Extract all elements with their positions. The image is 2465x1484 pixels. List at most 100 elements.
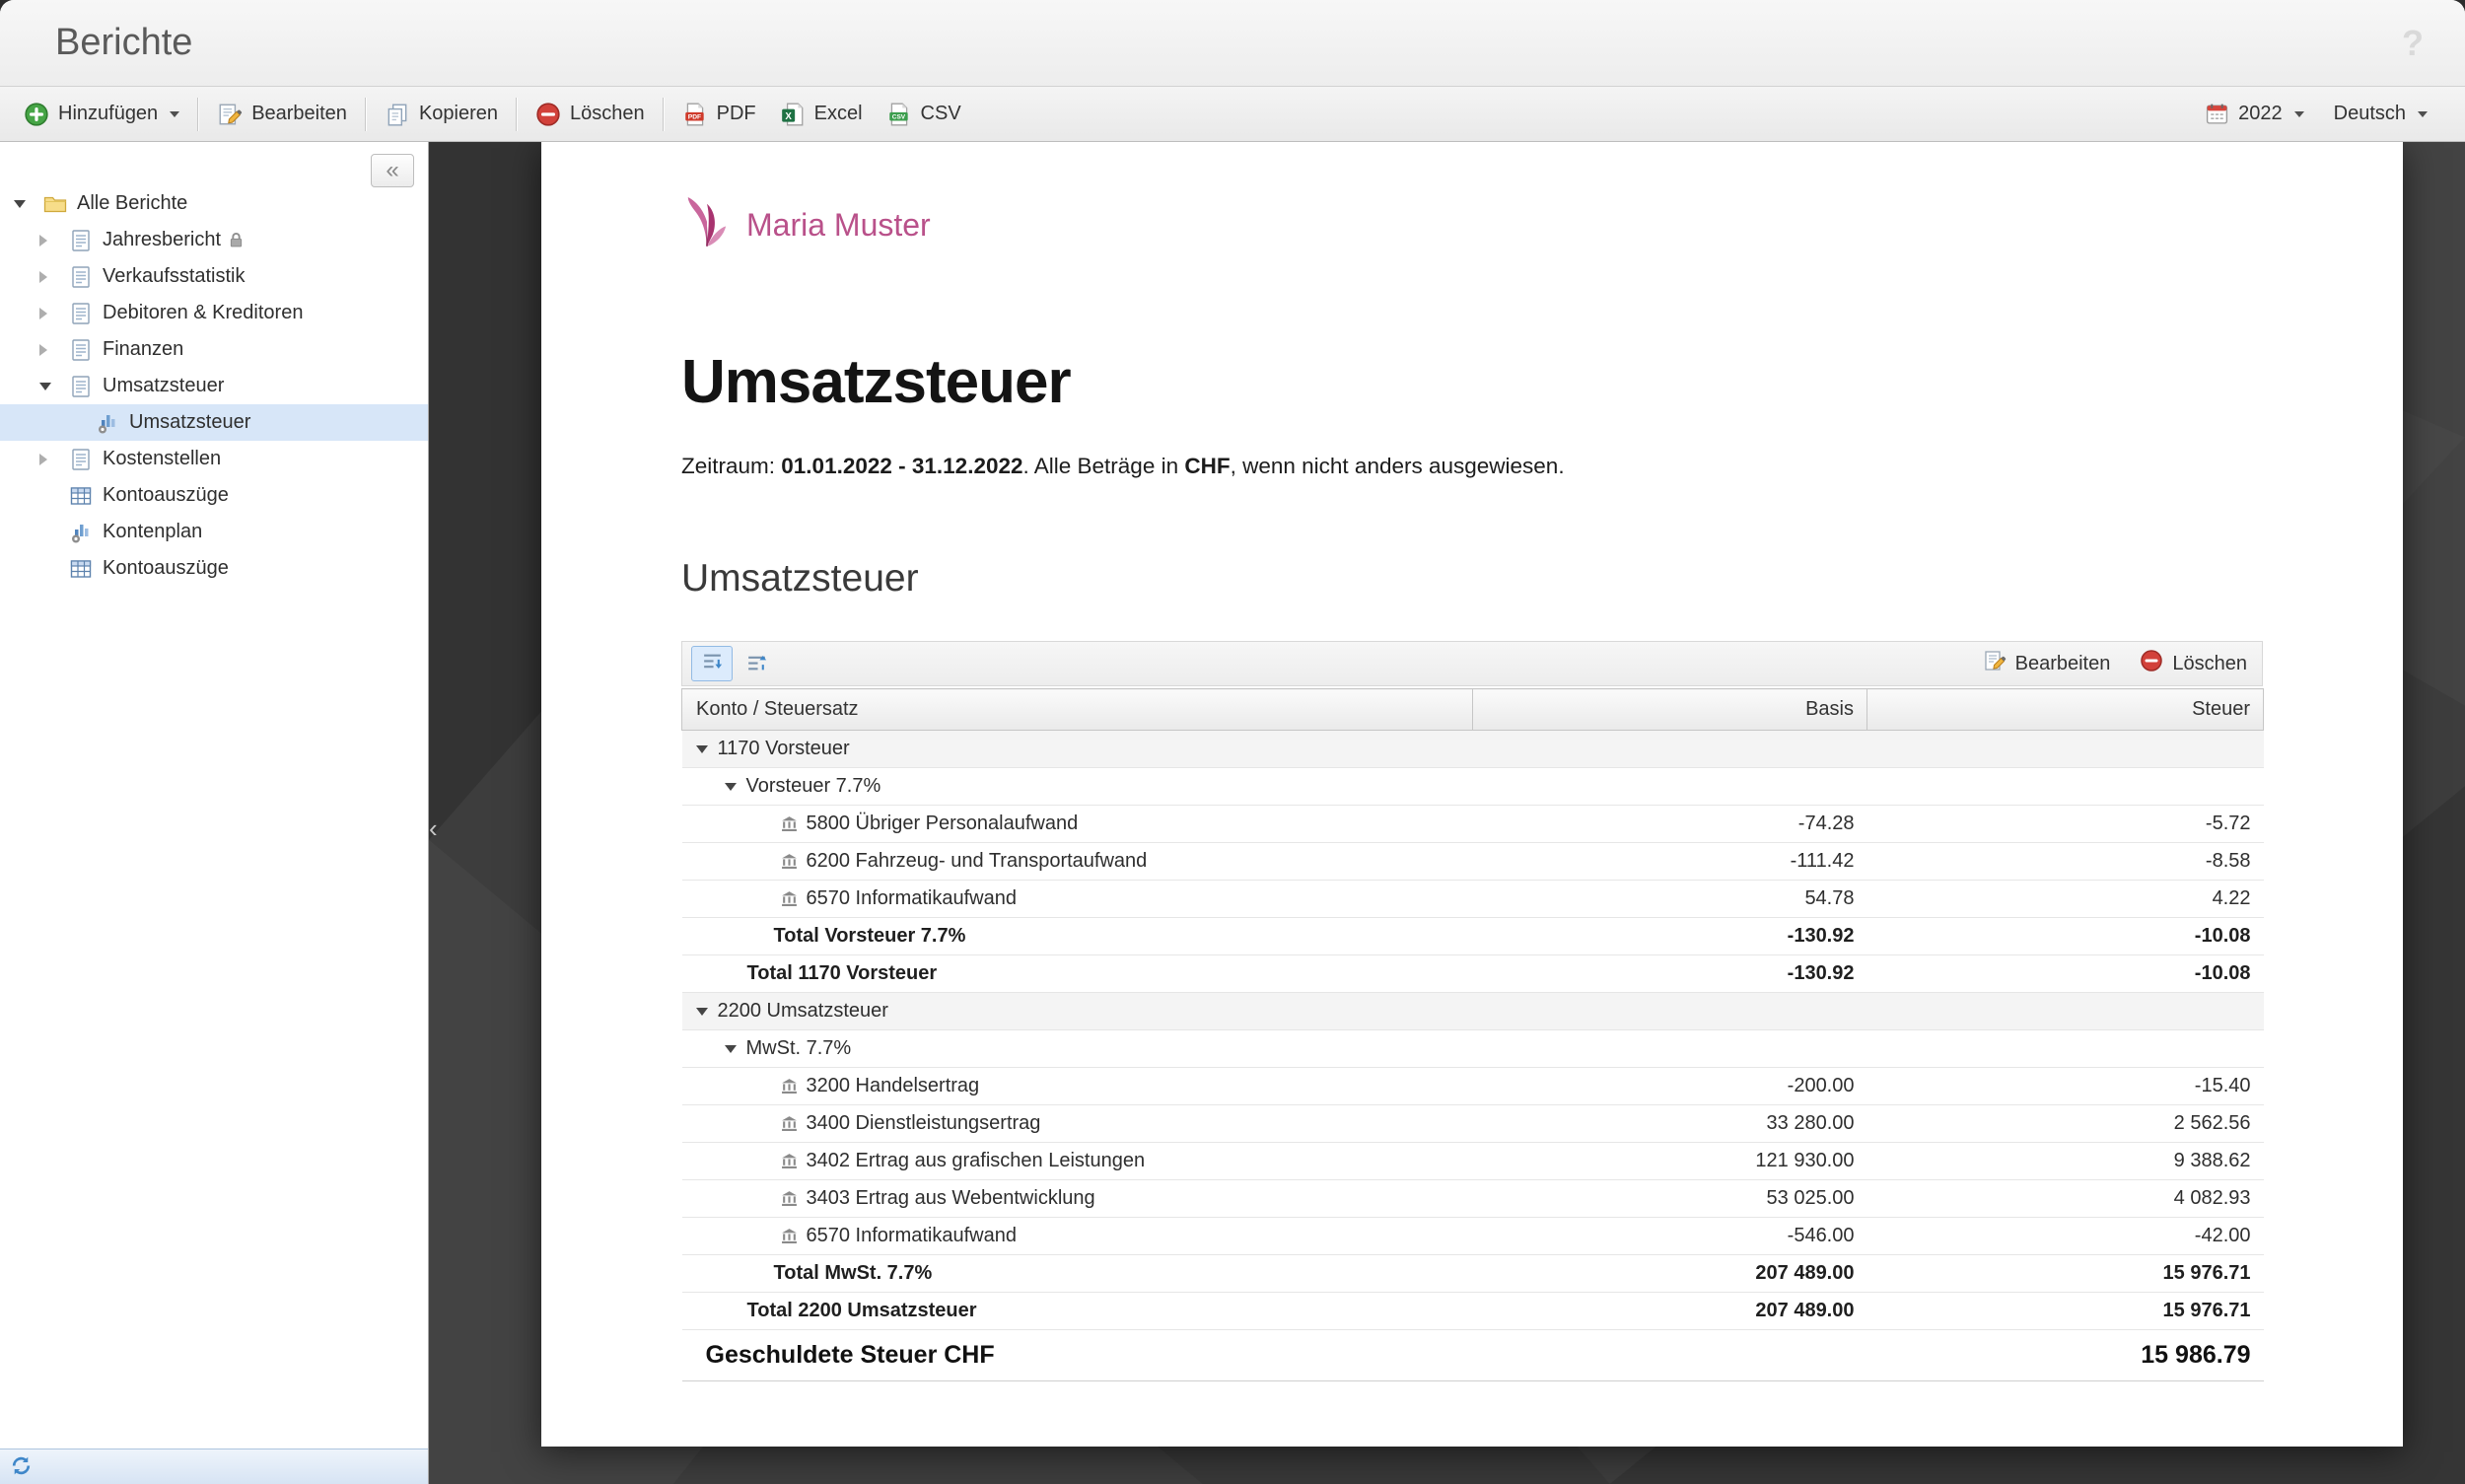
sidebar-item-label: Umsatzsteuer [103,375,224,397]
expand-all-button[interactable] [691,646,733,681]
period-mid: . Alle Beträge in [1023,454,1185,478]
section-edit-button[interactable]: Bearbeiten [1983,649,2111,678]
report-chart-icon [96,411,119,435]
edit-button[interactable]: Bearbeiten [205,95,359,134]
chevron-down-icon [2418,111,2428,117]
table-row-group-1170-vorsteuer[interactable]: 1170 Vorsteuer [682,731,2264,768]
table-row-account-6570-mwst[interactable]: 6570 Informatikaufwand -546.00 -42.00 [682,1218,2264,1255]
berichte-app: Berichte ? Hinzufügen Bearbeiten Kopiere… [0,0,2465,1484]
collapse-arrow-icon[interactable] [725,783,737,791]
year-selector[interactable]: 2022 [2193,95,2316,133]
row-label: Total 2200 Umsatzsteuer [747,1300,977,1322]
collapsed-arrow-icon[interactable] [39,454,69,465]
collapse-arrow-icon[interactable] [696,745,708,753]
sidebar-item-label: Alle Berichte [77,192,187,215]
table-row-total-2200-umsatzsteuer[interactable]: Total 2200 Umsatzsteuer 207 489.00 15 97… [682,1293,2264,1330]
report-doc-icon [69,375,93,398]
copy-button[interactable]: Kopieren [373,95,510,134]
sidebar-item-umsatzsteuer-report-selected[interactable]: Umsatzsteuer [0,404,428,441]
table-row-total-1170-vorsteuer[interactable]: Total 1170 Vorsteuer -130.92 -10.08 [682,955,2264,993]
chevron-down-icon [2294,111,2304,117]
sidebar-splitter-collapse-handle[interactable]: ‹ [429,805,447,852]
column-header-basis[interactable]: Basis [1473,689,1867,731]
basis-value: 54.78 [1473,881,1867,918]
expanded-arrow-icon[interactable] [39,383,69,390]
sidebar-item-jahresbericht[interactable]: Jahresbericht [0,222,428,258]
sidebar-item-kostenstellen[interactable]: Kostenstellen [0,441,428,477]
report-doc-icon [69,265,93,289]
toolbar-right-group: 2022 Deutsch [2193,95,2439,133]
collapse-all-icon [745,651,768,676]
expanded-arrow-icon[interactable] [14,200,43,208]
pdf-export-button[interactable]: PDF PDF [670,95,768,134]
language-selector[interactable]: Deutsch [2322,96,2439,132]
collapsed-arrow-icon[interactable] [39,308,69,319]
table-row-account-5800[interactable]: 5800 Übriger Personalaufwand -74.28 -5.7… [682,806,2264,843]
collapse-arrow-icon[interactable] [725,1045,737,1053]
csv-export-button[interactable]: CSV CSV [875,95,973,134]
column-header-steuer[interactable]: Steuer [1867,689,2264,731]
collapse-arrow-icon[interactable] [696,1008,708,1016]
table-row-account-6200[interactable]: 6200 Fahrzeug- und Transportaufwand -111… [682,843,2264,881]
sidebar-item-label: Umsatzsteuer [129,411,250,434]
table-row-account-3400[interactable]: 3400 Dienstleistungsertrag 33 280.00 2 5… [682,1105,2264,1143]
row-label: Total MwSt. 7.7% [774,1262,933,1285]
add-button[interactable]: Hinzufügen [12,95,191,134]
collapsed-arrow-icon[interactable] [39,271,69,283]
report-chart-icon [69,521,93,544]
help-icon[interactable]: ? [2402,23,2424,64]
sidebar-item-kontenplan[interactable]: Kontenplan [0,514,428,550]
sidebar-item-debitoren-kreditoren[interactable]: Debitoren & Kreditoren [0,295,428,331]
bank-account-icon [781,1078,798,1095]
table-row-account-6570-vorsteuer[interactable]: 6570 Informatikaufwand 54.78 4.22 [682,881,2264,918]
table-row-total-vorsteuer-77[interactable]: Total Vorsteuer 7.7% -130.92 -10.08 [682,918,2264,955]
basis-value [1473,768,1867,806]
refresh-button[interactable] [10,1454,33,1480]
table-row-account-3200[interactable]: 3200 Handelsertrag -200.00 -15.40 [682,1068,2264,1105]
table-row-total-mwst-77[interactable]: Total MwSt. 7.7% 207 489.00 15 976.71 [682,1255,2264,1293]
steuer-value: 4.22 [1867,881,2264,918]
sidebar-item-kontoauszuege-1[interactable]: Kontoauszüge [0,477,428,514]
sidebar-item-umsatzsteuer-folder[interactable]: Umsatzsteuer [0,368,428,404]
basis-value: 121 930.00 [1473,1143,1867,1180]
collapsed-arrow-icon[interactable] [39,235,69,247]
sidebar-item-label: Finanzen [103,338,183,361]
pdf-button-label: PDF [717,103,756,125]
excel-export-button[interactable]: X Excel [768,95,875,134]
bank-account-icon [781,890,798,907]
sidebar-collapse-button[interactable]: « [371,154,414,187]
table-row-group-vorsteuer-77[interactable]: Vorsteuer 7.7% [682,768,2264,806]
sidebar-item-verkaufsstatistik[interactable]: Verkaufsstatistik [0,258,428,295]
table-row-account-3402[interactable]: 3402 Ertrag aus grafischen Leistungen 12… [682,1143,2264,1180]
excel-button-label: Excel [814,103,863,125]
report-title: Umsatzsteuer [681,349,2263,416]
basis-value [1473,993,1867,1030]
table-row-group-mwst-77[interactable]: MwSt. 7.7% [682,1030,2264,1068]
basis-value [1473,1030,1867,1068]
title-bar: Berichte ? [0,0,2465,87]
sidebar-item-finanzen[interactable]: Finanzen [0,331,428,368]
vat-table: Konto / Steuersatz Basis Steuer 1170 Vor… [681,688,2264,1381]
section-delete-button[interactable]: Löschen [2140,649,2247,678]
table-row-account-3403[interactable]: 3403 Ertrag aus Webentwicklung 53 025.00… [682,1180,2264,1218]
sidebar-item-alle-berichte[interactable]: Alle Berichte [0,185,428,222]
collapse-all-button[interactable] [736,646,777,681]
row-label: Geschuldete Steuer CHF [706,1341,995,1370]
pdf-file-icon: PDF [682,102,708,127]
sidebar-item-kontoauszuege-2[interactable]: Kontoauszüge [0,550,428,587]
delete-button[interactable]: Löschen [524,95,657,134]
delete-button-label: Löschen [570,103,645,125]
steuer-value: -10.08 [1867,955,2264,993]
calendar-icon [2205,102,2229,126]
sidebar-statusbar [0,1449,428,1484]
toolbar-separator [516,98,518,131]
collapsed-arrow-icon[interactable] [39,344,69,356]
page-title: Berichte [55,22,192,64]
column-header-konto-steuersatz[interactable]: Konto / Steuersatz [682,689,1473,731]
period-prefix: Zeitraum: [681,454,781,478]
basis-value: 207 489.00 [1473,1255,1867,1293]
bank-account-icon [781,1228,798,1244]
table-row-geschuldete-steuer[interactable]: Geschuldete Steuer CHF 15 986.79 [682,1330,2264,1381]
basis-value: -111.42 [1473,843,1867,881]
table-row-group-2200-umsatzsteuer[interactable]: 2200 Umsatzsteuer [682,993,2264,1030]
